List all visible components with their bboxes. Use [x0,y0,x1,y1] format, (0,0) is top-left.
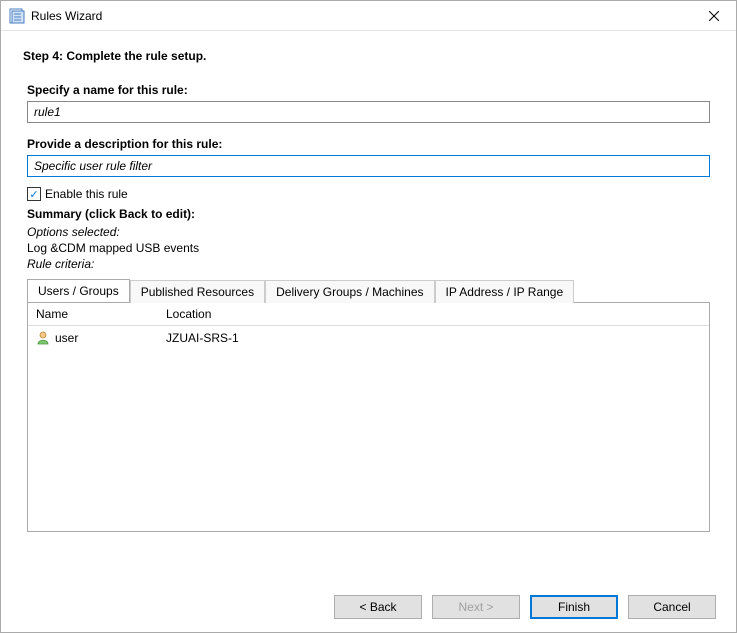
summary-heading: Summary (click Back to edit): [27,207,710,221]
grid-header: Name Location [28,303,709,326]
next-button: Next > [432,595,520,619]
options-selected-label: Options selected: [27,225,710,239]
options-selected-value: Log &CDM mapped USB events [27,241,710,255]
step-heading: Step 4: Complete the rule setup. [23,49,714,63]
tab-users-groups[interactable]: Users / Groups [27,279,130,302]
tab-published-resources[interactable]: Published Resources [130,280,265,303]
titlebar: Rules Wizard [1,1,736,31]
user-icon [36,331,50,345]
back-button[interactable]: < Back [334,595,422,619]
rule-desc-label: Provide a description for this rule: [27,137,710,151]
rule-desc-input[interactable] [27,155,710,177]
tab-ip-address[interactable]: IP Address / IP Range [435,280,575,303]
row-location-value: JZUAI-SRS-1 [166,331,239,345]
cancel-button[interactable]: Cancel [628,595,716,619]
enable-rule-row: ✓ Enable this rule [27,187,710,201]
col-header-location[interactable]: Location [158,303,709,325]
content-area: Step 4: Complete the rule setup. Specify… [1,31,736,582]
enable-rule-checkbox[interactable]: ✓ [27,187,41,201]
form-area: Specify a name for this rule: Provide a … [23,77,714,532]
button-bar: < Back Next > Finish Cancel [1,582,736,632]
table-row[interactable]: user JZUAI-SRS-1 [28,326,709,350]
rule-criteria-label: Rule criteria: [27,257,710,271]
rule-name-label: Specify a name for this rule: [27,83,710,97]
app-icon [9,8,25,24]
tab-delivery-groups[interactable]: Delivery Groups / Machines [265,280,434,303]
criteria-tabs: Users / Groups Published Resources Deliv… [27,279,710,302]
col-header-name[interactable]: Name [28,303,158,325]
finish-button[interactable]: Finish [530,595,618,619]
window-title: Rules Wizard [31,9,691,23]
close-button[interactable] [691,1,736,31]
enable-rule-label: Enable this rule [45,187,128,201]
rules-wizard-window: Rules Wizard Step 4: Complete the rule s… [0,0,737,633]
tab-panel-users-groups: Name Location user JZUAI- [27,302,710,532]
rule-name-input[interactable] [27,101,710,123]
row-name-value: user [55,331,78,345]
